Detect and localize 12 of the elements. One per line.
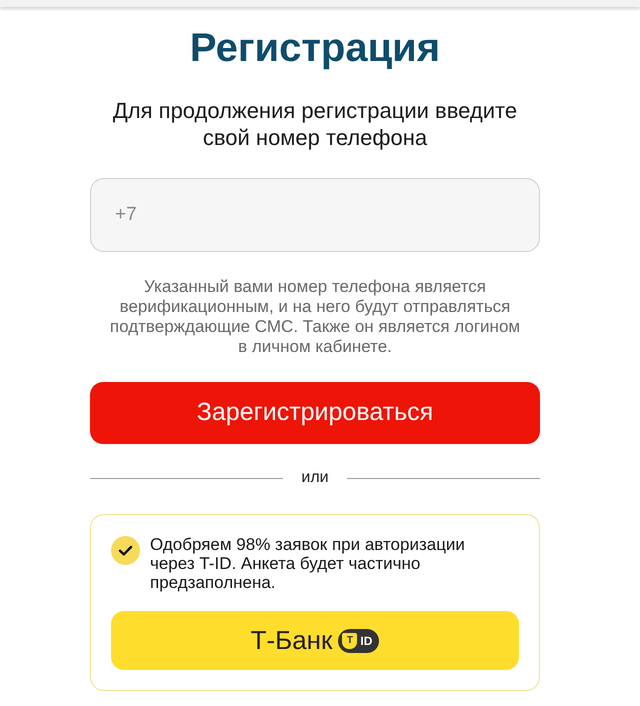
subtitle-text: Для продолжения регистрации введите свой номер телефона [112,97,518,151]
tid-note-text: Одобряем 98% заявок при авторизации через T-ID. Анкета будет частично предзаполнена. [150,535,466,592]
register-button[interactable]: Зарегистрироваться [90,382,540,444]
tbank-label: Т-Банк [250,624,332,657]
shield-letter: T [342,632,358,648]
phone-input-field[interactable]: +7 [90,178,540,252]
page-title: Регистрация [190,26,440,70]
hint-text: Указанный вами номер телефона является верификационным, и на него будут отправляться подтверждающие СМС. Также он является логином в личном кабинете. [109,277,521,357]
badge-text: ID [360,632,372,648]
checkmark-icon [111,536,140,565]
divider-text: или [301,468,329,488]
tbank-button[interactable]: Т-Банк T ID [111,611,519,670]
